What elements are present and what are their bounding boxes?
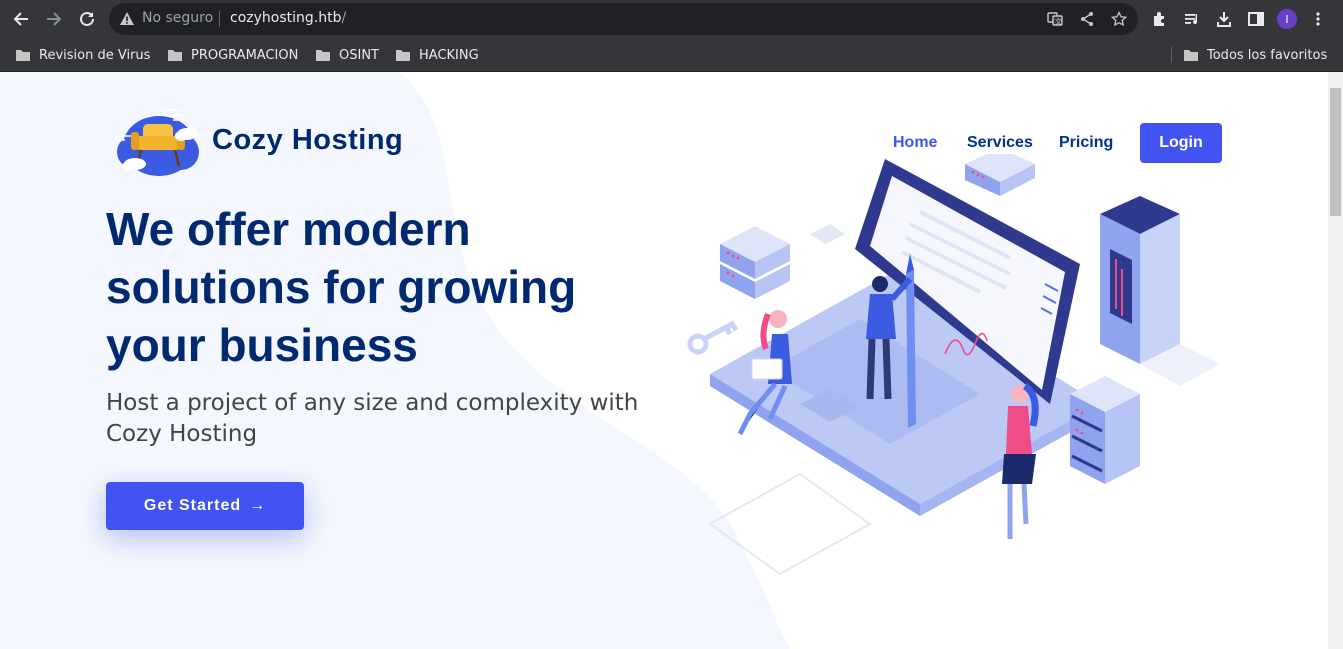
profile-avatar[interactable]: I (1277, 9, 1297, 29)
arrow-right-icon: → (249, 497, 267, 514)
extensions-icon[interactable] (1150, 9, 1170, 29)
url-host: cozyhosting.htb (230, 10, 342, 26)
page-scrollbar[interactable] (1328, 72, 1343, 649)
translate-icon[interactable]: 文 (1047, 11, 1063, 27)
folder-icon (396, 50, 410, 61)
download-icon[interactable] (1214, 9, 1234, 29)
hero-illustration (687, 154, 1220, 576)
page-viewport: Cozy Hosting Home Services Pricing Login… (0, 72, 1328, 649)
bookmark-label: HACKING (419, 47, 479, 63)
nav-services-link[interactable]: Services (967, 134, 1033, 152)
hero-title-line: We offer modern (106, 203, 471, 255)
reading-list-icon[interactable] (1182, 9, 1202, 29)
svg-text:文: 文 (1055, 17, 1062, 26)
bookmark-label: PROGRAMACION (191, 47, 299, 63)
bookmark-label: OSINT (339, 47, 379, 63)
get-started-label: Get Started (143, 497, 242, 514)
hero-title-line: solutions for growing (106, 261, 577, 313)
bookmark-folder-programacion[interactable]: PROGRAMACION (167, 46, 298, 64)
hero-title: We offer modern solutions for growing yo… (106, 200, 646, 374)
folder-icon (16, 50, 30, 61)
cozy-hosting-logo[interactable] (113, 106, 203, 180)
bookmark-folder-osint[interactable]: OSINT (315, 46, 379, 64)
reload-icon[interactable] (75, 7, 99, 31)
hero-subtitle: Host a project of any size and complexit… (106, 390, 639, 447)
hero-title-line: your business (106, 319, 418, 371)
forward-arrow-icon[interactable] (42, 7, 66, 31)
scrollbar-thumb[interactable] (1330, 88, 1341, 216)
back-arrow-icon[interactable] (9, 7, 33, 31)
share-icon[interactable] (1079, 11, 1095, 27)
url-text[interactable]: cozyhosting.htb/ (230, 10, 346, 26)
nav-pricing-link[interactable]: Pricing (1059, 134, 1113, 152)
bookmark-label: Todos los favoritos (1207, 47, 1328, 63)
address-bar[interactable]: No seguro cozyhosting.htb/ 文 (109, 3, 1138, 35)
url-path: / (341, 10, 347, 26)
nav-home-link[interactable]: Home (893, 134, 937, 152)
bookmarks-divider (1171, 47, 1172, 63)
bookmark-folder-revision[interactable]: Revision de Virus (15, 46, 150, 64)
browser-toolbar: No seguro cozyhosting.htb/ 文 I (0, 0, 1343, 38)
warning-icon[interactable] (119, 11, 135, 31)
star-bookmark-icon[interactable] (1111, 11, 1127, 27)
bookmark-folder-hacking[interactable]: HACKING (395, 46, 479, 64)
bookmarks-bar: Revision de Virus PROGRAMACION OSINT HAC… (0, 38, 1343, 72)
brand-name[interactable]: Cozy Hosting (212, 124, 403, 157)
folder-icon (1184, 50, 1198, 61)
security-label[interactable]: No seguro (142, 10, 213, 26)
more-menu-icon[interactable] (1308, 9, 1328, 29)
folder-icon (316, 50, 330, 61)
all-bookmarks-folder[interactable]: Todos los favoritos (1183, 46, 1327, 64)
folder-icon (168, 50, 182, 61)
omnibox-divider (219, 11, 220, 27)
bookmark-label: Revision de Virus (39, 47, 151, 63)
get-started-button[interactable]: Get Started → (106, 482, 304, 530)
side-panel-icon[interactable] (1246, 9, 1266, 29)
